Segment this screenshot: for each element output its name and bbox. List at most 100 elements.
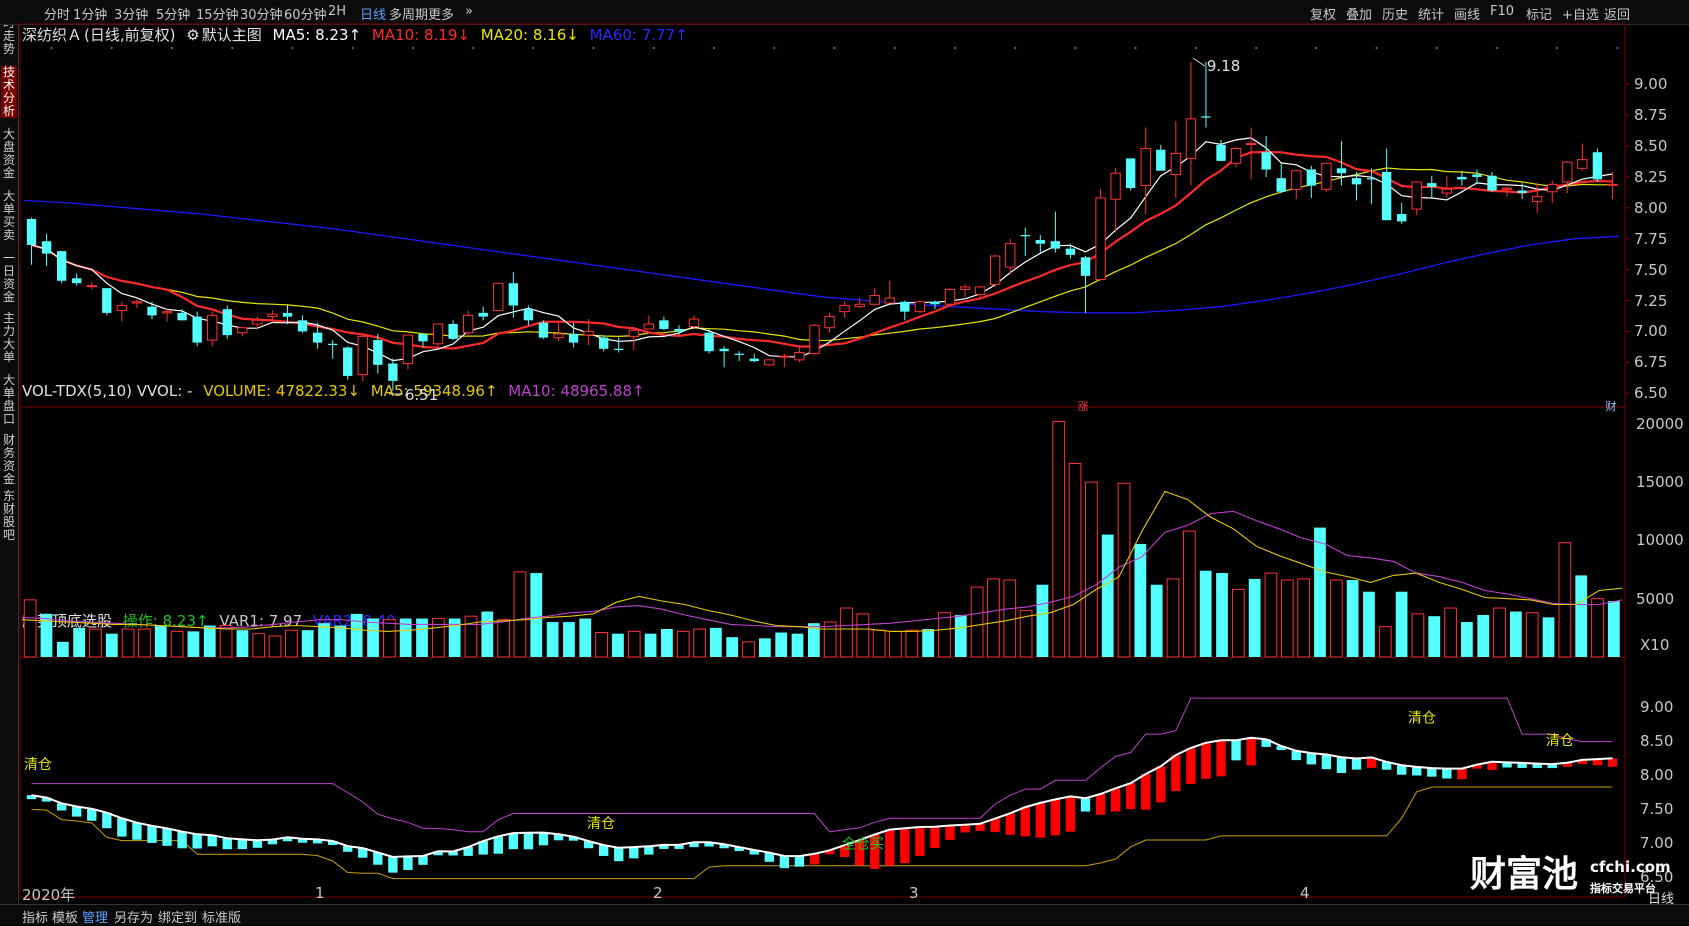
- volume-bar-down: [1428, 616, 1441, 657]
- candle-down: [538, 322, 549, 338]
- volume-bar-down: [1248, 578, 1261, 657]
- volume-tick-label: 20000: [1636, 414, 1684, 433]
- kline-chart-area[interactable]: 9.186.51涨 财清仓清仓全仓买清仓清仓: [0, 0, 1689, 924]
- ma60-line: [23, 199, 1620, 314]
- price-tick-label: 9.00: [1634, 75, 1668, 94]
- indicator-bar-buy: [1035, 802, 1045, 838]
- event-cai-marker: 财: [1606, 399, 1617, 413]
- watermark-brand: 财富池: [1470, 854, 1579, 895]
- top-dot: [1315, 47, 1318, 49]
- volume-bar-up: [382, 619, 396, 658]
- candle-up: [1607, 183, 1618, 186]
- volume-bar-down: [758, 638, 771, 657]
- volume-bar-down: [579, 618, 592, 657]
- indicator-bar-buy: [930, 826, 940, 848]
- bottom-tab[interactable]: 模板: [52, 907, 78, 926]
- candle-down: [704, 332, 714, 352]
- indicator-bar-sell: [102, 812, 112, 829]
- volume-bar-up: [1085, 481, 1098, 658]
- indicator-bar-buy: [1125, 783, 1136, 809]
- volume-bar-up: [938, 612, 951, 658]
- candle-up: [1532, 196, 1543, 203]
- candle-down: [1366, 178, 1377, 180]
- top-dot: [1616, 47, 1619, 49]
- volume-bar-up: [23, 599, 37, 658]
- volume-bar-down: [1607, 601, 1620, 657]
- bottom-tab[interactable]: 管理: [82, 907, 108, 926]
- volume-bar-up: [268, 635, 282, 658]
- volume-bar-down: [1477, 615, 1490, 657]
- volume-bar-down: [1216, 573, 1228, 657]
- price-tick-label: 6.75: [1634, 353, 1668, 372]
- volume-bar-up: [856, 613, 870, 658]
- top-dot: [1495, 47, 1498, 49]
- top-dot: [1014, 47, 1017, 49]
- candle-up: [161, 311, 173, 314]
- candle-up: [1562, 161, 1573, 183]
- candle-up: [869, 295, 880, 305]
- top-dot: [953, 47, 956, 49]
- indicator-bar-sell: [1351, 758, 1362, 770]
- indicator-tick-label: 8.00: [1640, 765, 1674, 784]
- candle-up: [824, 316, 835, 329]
- price-tick-label: 8.75: [1634, 106, 1668, 125]
- candle-up: [628, 329, 639, 337]
- candle-up: [809, 324, 820, 355]
- candle-up: [432, 323, 444, 345]
- volume-bar-up: [1280, 579, 1294, 658]
- signal-label: 清仓: [1546, 733, 1574, 749]
- price-tick-label: 8.00: [1634, 198, 1668, 217]
- top-dot: [411, 47, 414, 49]
- candle-down: [1065, 248, 1076, 255]
- volume-bar-down: [1575, 575, 1588, 657]
- candle-down: [1080, 257, 1091, 276]
- top-dot: [532, 47, 535, 49]
- signal-label: 清仓: [587, 816, 615, 832]
- candle-up: [839, 304, 850, 313]
- volume-bar-down: [73, 627, 86, 657]
- indicator-bar-sell: [72, 806, 82, 817]
- candle-down: [56, 251, 67, 281]
- volume-bar-down: [334, 625, 347, 657]
- volume-bar-down: [56, 641, 69, 657]
- candle-down: [1156, 149, 1166, 171]
- candle-up: [583, 330, 594, 336]
- candle-up: [116, 304, 128, 311]
- volume-bar-down: [546, 622, 559, 657]
- signal-label: 全仓买: [842, 835, 884, 852]
- indicator-bar-buy: [885, 829, 895, 866]
- bottom-tab[interactable]: 另存为: [114, 907, 153, 926]
- candle-down: [1351, 178, 1362, 185]
- candle-down: [192, 316, 202, 343]
- candle-down: [1261, 152, 1271, 170]
- volume-bar-up: [138, 628, 151, 658]
- candle-up: [643, 323, 655, 330]
- indicator-bar-buy: [1607, 758, 1618, 767]
- volume-bar-up: [513, 571, 527, 658]
- candle-down: [1487, 175, 1497, 191]
- candle-up: [1501, 187, 1513, 190]
- indicator-bar-buy: [1141, 774, 1151, 810]
- volume-bar-down: [481, 611, 494, 657]
- volume-bar-up: [1117, 482, 1131, 658]
- bottom-tab[interactable]: 标准版: [202, 907, 241, 926]
- indicator-bar-buy: [1065, 796, 1076, 832]
- candle-down: [659, 320, 669, 329]
- candle-up: [1110, 172, 1121, 200]
- candle-down: [102, 288, 112, 313]
- top-dot: [1134, 47, 1137, 49]
- volume-ma10-line: [21, 510, 1623, 629]
- candle-down: [900, 301, 910, 312]
- indicator-bar-sell: [1412, 766, 1422, 776]
- candle-up: [237, 327, 248, 334]
- indicator-bar-buy: [1050, 799, 1061, 836]
- bottom-tab[interactable]: 指标: [22, 907, 48, 926]
- candle-down: [1457, 176, 1467, 180]
- top-dot: [592, 47, 595, 49]
- candle-up: [553, 333, 564, 339]
- volume-bar-up: [1329, 579, 1343, 658]
- candle-up: [1321, 162, 1332, 190]
- indicator-bar-buy: [1201, 742, 1211, 779]
- indicator-bar-sell: [794, 856, 805, 867]
- bottom-tab[interactable]: 绑定到: [158, 907, 197, 926]
